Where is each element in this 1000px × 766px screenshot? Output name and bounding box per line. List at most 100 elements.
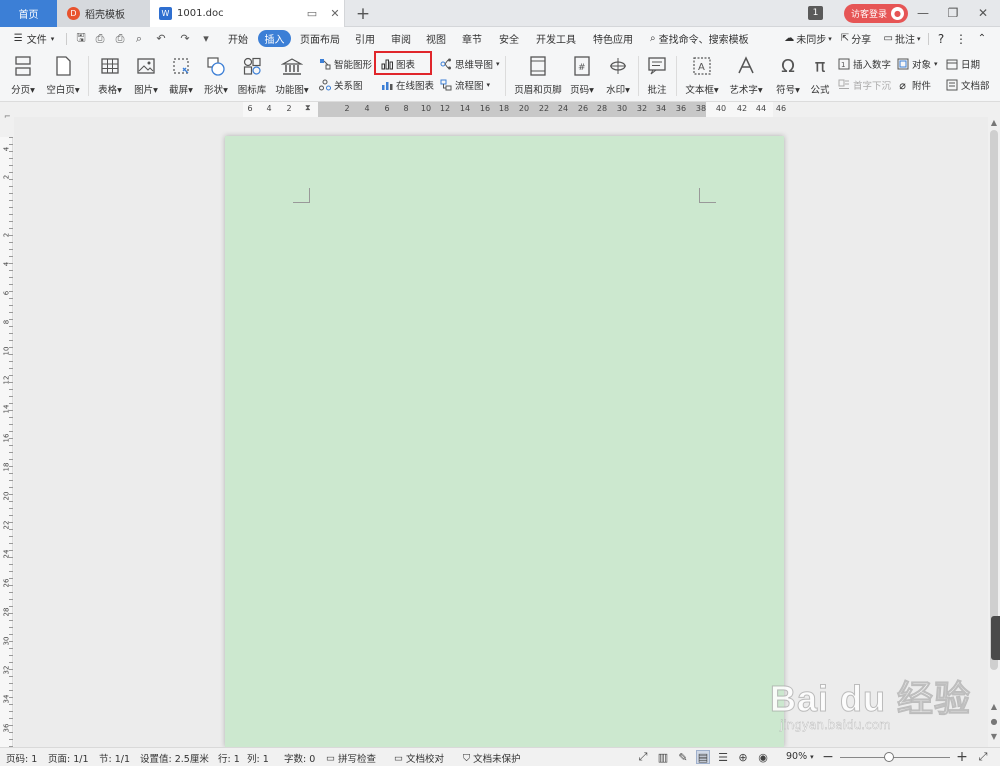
zoom-slider[interactable] bbox=[840, 757, 950, 758]
write-mode-icon[interactable]: ✎ bbox=[676, 750, 690, 764]
file-menu[interactable]: ☰ 文件 ▾ bbox=[6, 30, 62, 47]
page-view-icon[interactable]: ▤ bbox=[696, 750, 710, 764]
share-label: 分享 bbox=[851, 35, 872, 46]
document-page[interactable] bbox=[225, 136, 784, 747]
screenshot-button[interactable]: 截屏▾ bbox=[166, 53, 196, 99]
help-icon[interactable]: ? bbox=[934, 30, 948, 47]
page-break-button[interactable]: 分页▾ bbox=[6, 53, 40, 99]
menu-tab-insert[interactable]: 插入 bbox=[258, 30, 291, 47]
eye-protect-icon[interactable]: ◉ bbox=[756, 750, 770, 764]
v-ruler-tick bbox=[9, 487, 13, 488]
undo-icon[interactable]: ↶ bbox=[154, 32, 168, 45]
v-ruler-tick bbox=[9, 592, 13, 593]
redo-icon[interactable]: ↷ bbox=[178, 32, 192, 45]
web-view-icon[interactable]: ⊕ bbox=[736, 750, 750, 764]
scrollbar-thumb[interactable] bbox=[990, 130, 998, 670]
symbol-button[interactable]: Ω 符号▾ bbox=[771, 53, 805, 99]
tab-stop-selector-icon[interactable]: ⌐ bbox=[4, 112, 11, 121]
save-icon[interactable]: 🖫 bbox=[74, 31, 88, 45]
close-window-icon[interactable]: ✕ bbox=[972, 4, 994, 22]
formula-button[interactable]: π 公式 bbox=[808, 53, 832, 99]
more-options-icon[interactable]: ⋮ bbox=[954, 30, 968, 47]
window-count-badge[interactable]: 1 bbox=[808, 6, 823, 20]
outline-view-icon[interactable]: ☰ bbox=[716, 750, 730, 764]
wordart-button[interactable]: 艺术字▾ bbox=[726, 53, 766, 99]
menu-tab-references[interactable]: 引用 bbox=[350, 30, 380, 47]
scroll-up-icon[interactable]: ▲ bbox=[988, 118, 1000, 127]
shapes-button[interactable]: 形状▾ bbox=[201, 53, 231, 99]
read-mode-icon[interactable]: ▥ bbox=[656, 750, 670, 764]
doc-proofread-button[interactable]: ▭ 文档校对 bbox=[394, 751, 444, 766]
insert-number-button[interactable]: 1 插入数字 bbox=[837, 56, 891, 72]
spell-check-button[interactable]: ▭ 拼写检查 bbox=[326, 751, 376, 766]
command-search[interactable]: ⌕ 查找命令、搜索模板 bbox=[650, 30, 755, 47]
menu-tab-special[interactable]: 特色应用 bbox=[589, 30, 637, 47]
indent-marker-icon[interactable]: ⧗ bbox=[305, 103, 311, 113]
doc-protect-status[interactable]: ⛉ 文档未保护 bbox=[463, 751, 521, 766]
side-panel-handle[interactable] bbox=[991, 616, 1000, 660]
menu-tab-view[interactable]: 视图 bbox=[421, 30, 451, 47]
maximize-icon[interactable]: ❐ bbox=[942, 4, 964, 22]
picture-button[interactable]: 图片▾ bbox=[131, 53, 161, 99]
guest-login-button[interactable]: 访客登录 ● bbox=[844, 4, 908, 23]
watermark-button[interactable]: 水印▾ bbox=[602, 53, 634, 99]
doc-part-button[interactable]: 文档部 bbox=[945, 77, 1000, 93]
h-ruler-label: 38 bbox=[695, 104, 707, 113]
table-button[interactable]: 表格▾ bbox=[95, 53, 125, 99]
menu-tab-section[interactable]: 章节 bbox=[457, 30, 487, 47]
collapse-ribbon-icon[interactable]: ⌃ bbox=[974, 30, 990, 47]
online-chart-button[interactable]: 在线图表 bbox=[380, 77, 434, 93]
flowchart-button[interactable]: 流程图 ▾ bbox=[439, 77, 490, 93]
scroll-prev-page-icon[interactable]: ▲ bbox=[988, 702, 1000, 711]
mind-map-button[interactable]: 思维导图 ▾ bbox=[439, 56, 500, 72]
function-chart-button[interactable]: 功能图▾ bbox=[273, 53, 311, 99]
minimize-icon[interactable]: — bbox=[912, 4, 934, 22]
blank-page-button[interactable]: 空白页▾ bbox=[44, 53, 82, 99]
share-button[interactable]: ⇱ 分享 bbox=[838, 30, 874, 47]
status-column[interactable]: 列: 1 bbox=[247, 751, 269, 765]
scroll-down-icon[interactable]: ▼ bbox=[988, 732, 1000, 741]
customize-quick-access-icon[interactable]: ▾ bbox=[199, 32, 213, 45]
status-page-number[interactable]: 页码: 1 bbox=[6, 751, 37, 765]
status-row[interactable]: 行: 1 bbox=[218, 751, 240, 765]
zoom-slider-knob[interactable] bbox=[884, 752, 894, 762]
print-preview-icon[interactable]: ⌕ bbox=[132, 32, 146, 45]
header-footer-button[interactable]: 页眉和页脚 bbox=[513, 53, 563, 99]
comment-menu[interactable]: ▭ 批注 ▾ bbox=[879, 30, 925, 47]
fit-page-icon[interactable]: ⤢ bbox=[976, 750, 990, 764]
menu-tab-review[interactable]: 审阅 bbox=[386, 30, 416, 47]
icon-library-button[interactable]: 图标库 bbox=[236, 53, 268, 99]
zoom-in-icon[interactable]: + bbox=[955, 749, 969, 765]
menu-tab-page-layout[interactable]: 页面布局 bbox=[296, 30, 344, 47]
relation-chart-button[interactable]: 关系图 bbox=[318, 77, 363, 93]
object-button[interactable]: 对象 ▾ bbox=[896, 56, 938, 72]
smart-art-button[interactable]: 智能图形 bbox=[318, 56, 372, 72]
textbox-button[interactable]: A 文本框▾ bbox=[682, 53, 722, 99]
status-section[interactable]: 节: 1/1 bbox=[99, 751, 130, 765]
export-pdf-icon[interactable]: ⎙ bbox=[93, 32, 107, 45]
status-pages[interactable]: 页面: 1/1 bbox=[48, 751, 89, 765]
doc-proofread-label: 文档校对 bbox=[405, 754, 444, 765]
tab-template[interactable]: D 稻壳模板 bbox=[57, 0, 150, 27]
insert-comment-button[interactable]: 批注 bbox=[643, 53, 671, 99]
tab-document[interactable]: W 1001.doc ▭ ✕ bbox=[150, 0, 345, 27]
sync-status[interactable]: ☁ 未同步 ▾ bbox=[781, 30, 835, 47]
scroll-select-icon[interactable]: ● bbox=[988, 717, 1000, 726]
tab-restore-icon[interactable]: ▭ bbox=[303, 7, 321, 20]
page-number-button[interactable]: # 页码▾ bbox=[568, 53, 596, 99]
print-icon[interactable]: ⎙ bbox=[113, 32, 127, 45]
new-tab-button[interactable]: + bbox=[350, 0, 376, 27]
drop-cap-button[interactable]: 首字下沉 bbox=[837, 77, 891, 93]
fullscreen-icon[interactable]: ⤢ bbox=[636, 750, 650, 764]
status-setting[interactable]: 设置值: 2.5厘米 bbox=[140, 751, 209, 765]
tab-home[interactable]: 首页 bbox=[0, 0, 57, 27]
attachment-button[interactable]: ⌀ 附件 bbox=[896, 77, 931, 93]
menu-tab-developer[interactable]: 开发工具 bbox=[532, 30, 580, 47]
zoom-level[interactable]: 90% ▾ bbox=[786, 751, 814, 762]
menu-tab-start[interactable]: 开始 bbox=[222, 30, 254, 47]
zoom-out-icon[interactable]: − bbox=[821, 749, 835, 765]
status-word-count[interactable]: 字数: 0 bbox=[284, 751, 315, 765]
menu-tab-security[interactable]: 安全 bbox=[494, 30, 524, 47]
date-button[interactable]: 日期 bbox=[945, 56, 980, 72]
tab-close-icon[interactable]: ✕ bbox=[326, 7, 344, 20]
